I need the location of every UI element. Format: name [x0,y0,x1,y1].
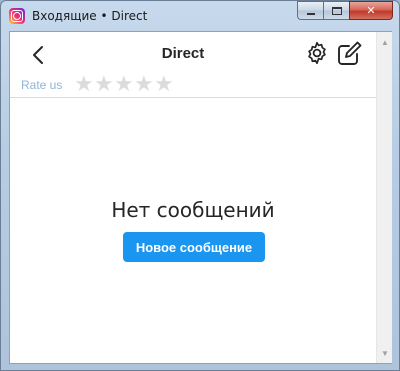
instagram-icon [9,8,25,24]
app-window: Входящие • Direct ✕ Direct Rate us ★ ★ ★… [0,0,400,371]
star-icon[interactable]: ★ [154,73,174,95]
rating-bar: Rate us ★ ★ ★ ★ ★ [10,73,376,98]
minimize-button[interactable] [297,1,323,20]
window-controls: ✕ [297,1,393,20]
star-icon[interactable]: ★ [114,73,134,95]
header: Direct [10,32,376,76]
scroll-up-icon[interactable]: ▲ [377,34,393,50]
maximize-button[interactable] [323,1,349,20]
window-title: Входящие • Direct [32,9,148,23]
vertical-scrollbar[interactable]: ▲ ▼ [376,32,392,363]
minimize-icon [306,12,315,15]
title-bar[interactable]: Входящие • Direct ✕ [1,1,399,31]
scroll-down-icon[interactable]: ▼ [377,345,393,361]
client-area: Direct Rate us ★ ★ ★ ★ ★ Нет сообщений Н… [9,31,392,364]
maximize-icon [331,6,342,15]
new-message-button[interactable]: Новое сообщение [123,232,265,262]
close-button[interactable]: ✕ [349,1,393,20]
compose-icon[interactable] [337,41,362,66]
star-icon[interactable]: ★ [94,73,114,95]
empty-state-text: Нет сообщений [111,198,275,222]
star-rating[interactable]: ★ ★ ★ ★ ★ [74,73,174,95]
direct-app: Direct Rate us ★ ★ ★ ★ ★ Нет сообщений Н… [10,32,376,363]
close-icon: ✕ [366,5,376,17]
star-icon[interactable]: ★ [74,73,94,95]
rate-us-link[interactable]: Rate us [21,78,62,92]
gear-icon[interactable] [305,41,329,65]
star-icon[interactable]: ★ [134,73,154,95]
